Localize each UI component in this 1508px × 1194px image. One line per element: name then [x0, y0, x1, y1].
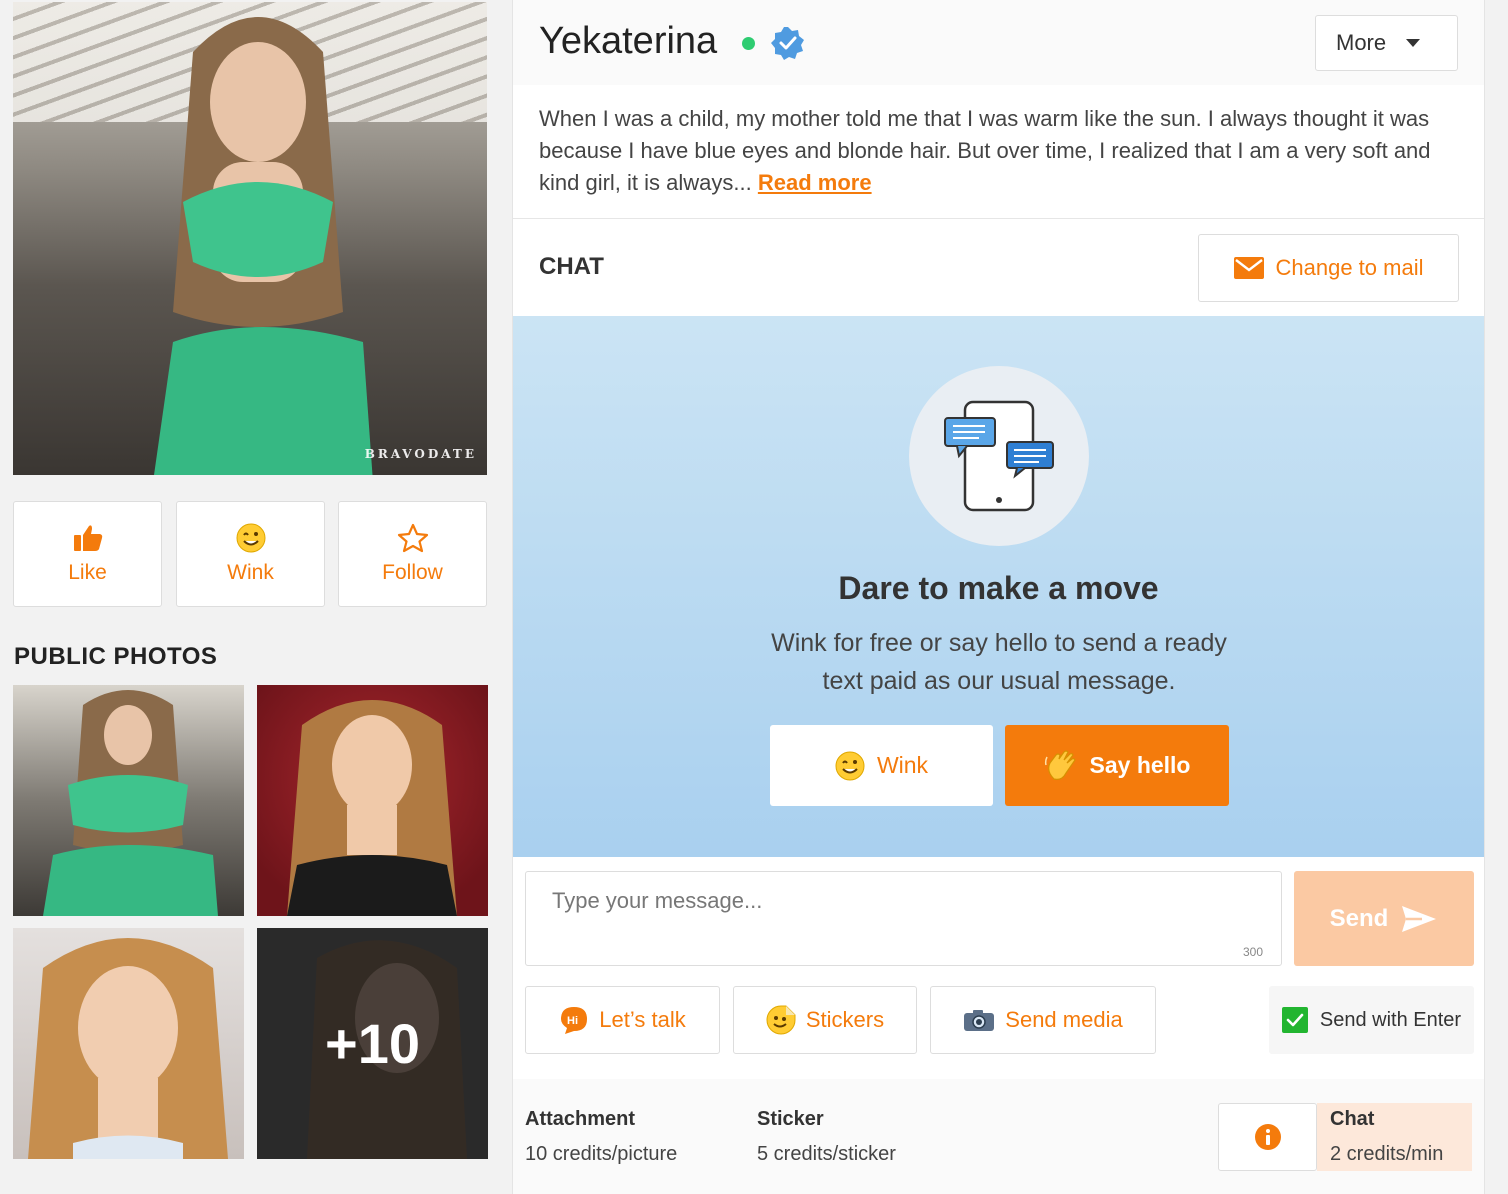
lets-talk-label: Let’s talk [599, 1007, 686, 1032]
stickers-button[interactable]: Stickers [733, 986, 917, 1054]
lets-talk-button[interactable]: Hi Let’s talk [525, 986, 720, 1054]
say-hello-button[interactable]: Say hello [1005, 725, 1229, 806]
svg-text:Hi: Hi [567, 1015, 578, 1027]
change-to-mail-label: Change to mail [1275, 255, 1424, 280]
star-icon [397, 523, 429, 553]
follow-label: Follow [382, 561, 443, 584]
camera-icon [964, 1010, 995, 1031]
chat-price-title: Chat [1330, 1108, 1375, 1130]
sticker-price-value: 5 credits/sticker [757, 1143, 896, 1165]
send-label: Send [1329, 904, 1389, 932]
waving-hand-icon [1044, 749, 1076, 780]
more-photos-count: +10 [257, 928, 488, 1159]
like-label: Like [68, 561, 107, 584]
public-photo-1[interactable] [13, 685, 244, 916]
change-to-mail-button[interactable]: Change to mail [1198, 234, 1459, 302]
profile-name: Yekaterina [539, 20, 718, 62]
more-label: More [1336, 30, 1387, 55]
chevron-down-icon [1406, 39, 1421, 47]
chat-price-value: 2 credits/min [1330, 1143, 1444, 1165]
chat-wink-button[interactable]: Wink [770, 725, 993, 806]
read-more-link[interactable]: Read more [758, 170, 872, 195]
thumbs-up-icon [73, 523, 103, 553]
divider [513, 218, 1484, 219]
send-media-label: Send media [1005, 1007, 1123, 1032]
profile-bio: When I was a child, my mother told me th… [539, 103, 1459, 199]
public-photos-title: PUBLIC PHOTOS [14, 643, 218, 670]
sticker-emoji-icon [766, 1005, 796, 1035]
public-photo-3[interactable] [13, 928, 244, 1159]
photo-person-silhouette [28, 938, 228, 1159]
wink-emoji-icon [236, 523, 266, 553]
public-photo-2[interactable] [257, 685, 488, 916]
verified-badge-icon [771, 27, 804, 60]
chat-section-label: CHAT [539, 253, 604, 280]
send-button[interactable]: Send [1294, 871, 1474, 966]
photo-person-silhouette [154, 17, 373, 475]
chat-wink-label: Wink [876, 752, 929, 778]
profile-header: Yekaterina More [513, 0, 1484, 85]
send-media-button[interactable]: Send media [930, 986, 1156, 1054]
stickers-label: Stickers [805, 1007, 885, 1032]
checkmark-icon [1286, 1013, 1304, 1027]
char-counter: 300 [1242, 945, 1263, 959]
send-arrow-icon [1402, 905, 1437, 932]
envelope-icon [1233, 257, 1264, 279]
chat-illustration [909, 366, 1089, 546]
attachment-price-value: 10 credits/picture [525, 1143, 678, 1165]
dare-title: Dare to make a move [838, 570, 1159, 606]
send-with-enter-option: Send with Enter [1269, 986, 1474, 1054]
send-with-enter-checkbox[interactable] [1281, 1007, 1308, 1033]
like-button[interactable]: Like [13, 501, 162, 607]
hi-bubble-icon: Hi [561, 1007, 588, 1034]
public-photos-more[interactable]: +10 [257, 928, 488, 1159]
follow-button[interactable]: Follow [338, 501, 487, 607]
attachment-price-title: Attachment [525, 1108, 636, 1130]
profile-panel: Yekaterina More When I was a child, my m… [512, 0, 1485, 1194]
wink-label: Wink [227, 561, 274, 584]
wink-button[interactable]: Wink [176, 501, 325, 607]
pricing-info-button[interactable] [1218, 1103, 1317, 1171]
bio-text: When I was a child, my mother told me th… [539, 106, 1431, 195]
message-input-box: 300 [525, 871, 1282, 966]
say-hello-label: Say hello [1089, 752, 1191, 778]
photo-person-silhouette [43, 690, 218, 916]
send-with-enter-label: Send with Enter [1319, 1008, 1462, 1031]
dare-subtitle: Wink for free or say hello to send a rea… [771, 629, 1227, 695]
info-icon [1254, 1124, 1281, 1150]
chat-empty-state: Dare to make a move Wink for free or say… [513, 316, 1484, 857]
message-input[interactable] [526, 872, 1281, 965]
more-dropdown-button[interactable]: More [1315, 15, 1458, 71]
profile-main-photo[interactable]: BRAVODATE [13, 2, 487, 475]
wink-emoji-icon [835, 751, 865, 780]
online-status-dot [742, 37, 755, 50]
phone-chat-icon [944, 400, 1054, 512]
sticker-price-title: Sticker [757, 1108, 824, 1130]
photo-person-silhouette [287, 700, 457, 916]
photo-watermark: BRAVODATE [364, 447, 477, 461]
